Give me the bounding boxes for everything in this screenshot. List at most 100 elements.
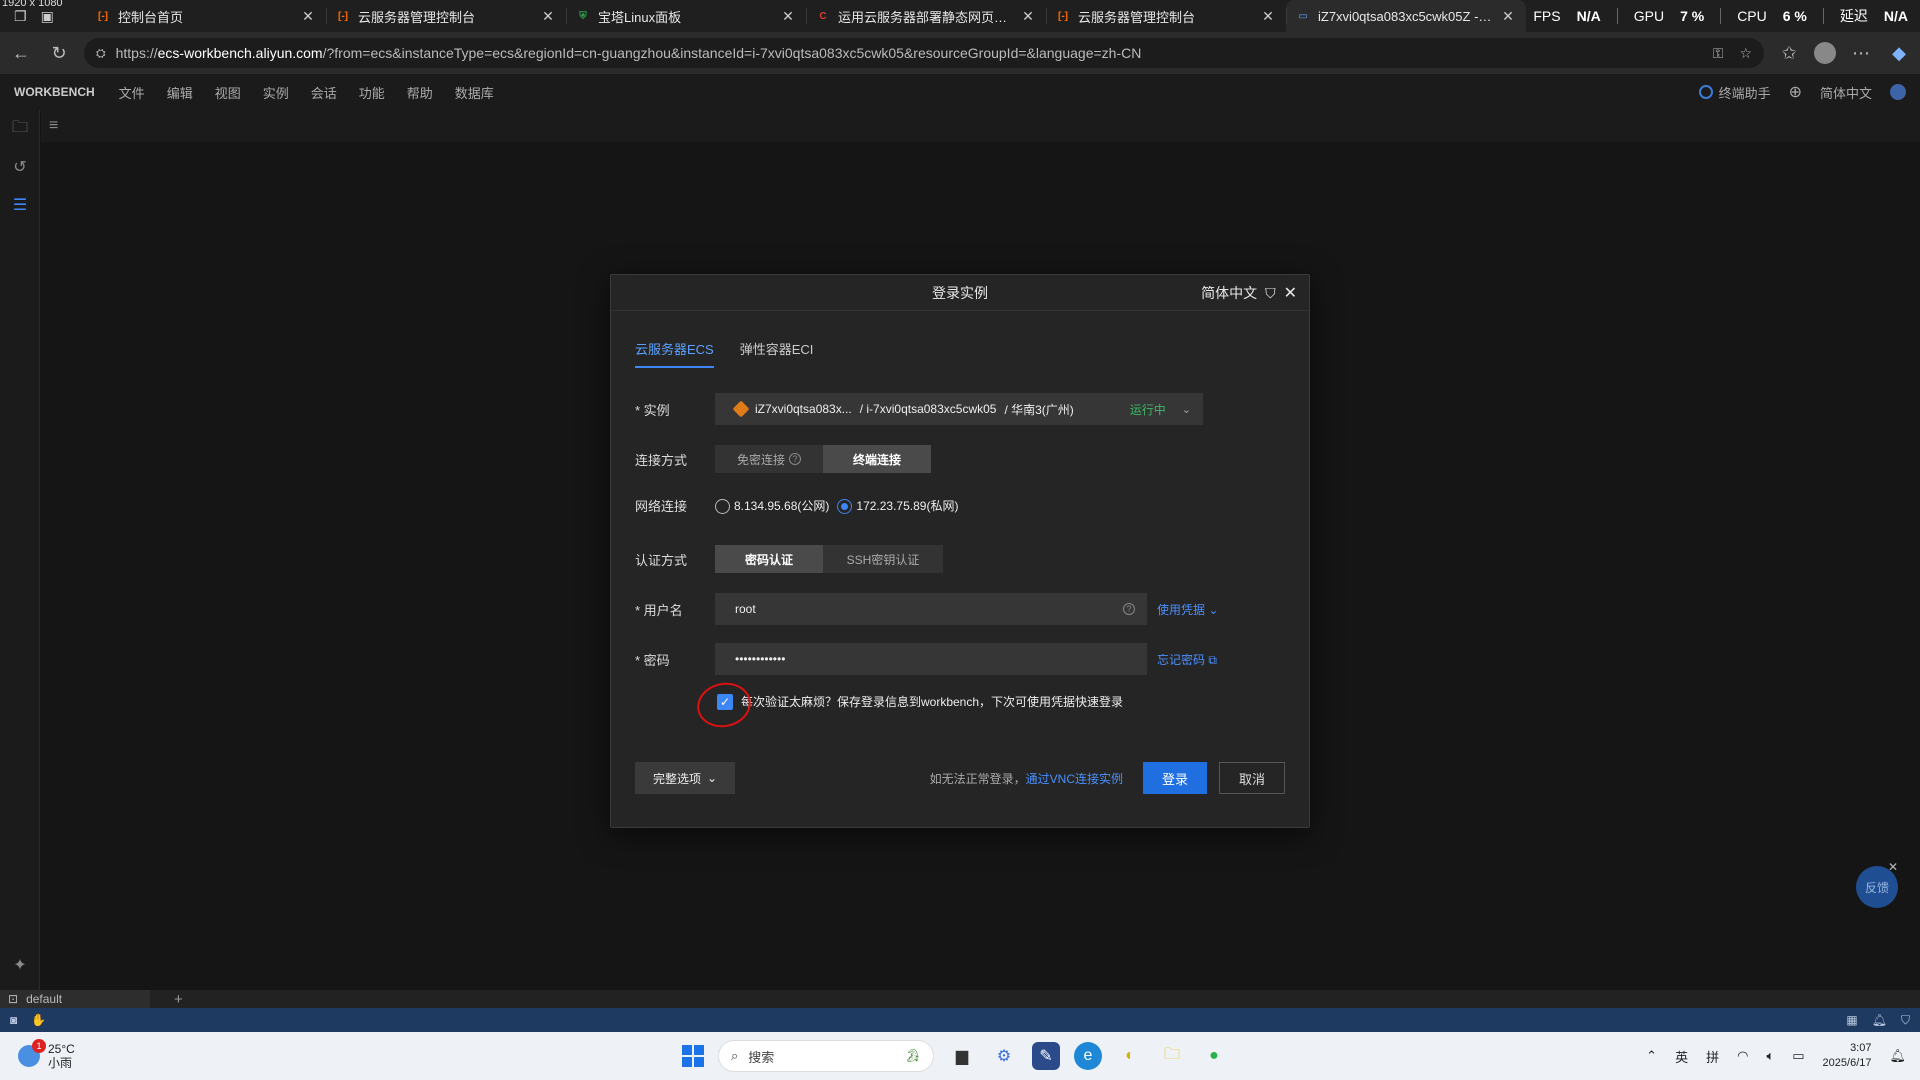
- notification-bell-icon[interactable]: 🔔︎: [1889, 1048, 1906, 1064]
- volume-icon[interactable]: 🔈︎: [1766, 1048, 1774, 1064]
- auth-method-label: 认证方式: [635, 552, 688, 568]
- back-icon[interactable]: ←: [8, 40, 34, 66]
- site-info-icon[interactable]: ⛭: [96, 46, 106, 61]
- edge-browser-icon[interactable]: e: [1074, 1042, 1102, 1070]
- status-hand-icon[interactable]: ✋: [31, 1013, 46, 1027]
- tab-eci[interactable]: 弹性容器ECI: [740, 339, 814, 368]
- address-bar-row: ← ↻ ⛭ https://ecs-workbench.aliyun.com/?…: [0, 32, 1920, 74]
- menu-item[interactable]: 视图: [215, 83, 241, 102]
- language-switch[interactable]: 简体中文: [1820, 83, 1872, 102]
- perf-divider: [1822, 8, 1824, 24]
- refresh-icon[interactable]: ↻: [46, 40, 72, 66]
- layout-icon[interactable]: ▦: [1846, 1013, 1857, 1028]
- user-avatar[interactable]: [1890, 84, 1906, 100]
- dialog-language[interactable]: 简体中文: [1201, 283, 1257, 303]
- instance-cube-icon: [732, 400, 750, 418]
- pin-icon[interactable]: ✦: [0, 946, 40, 984]
- login-button[interactable]: 登录: [1143, 762, 1207, 794]
- public-network-radio[interactable]: 8.134.95.68(公网): [715, 497, 829, 515]
- menu-item[interactable]: 功能: [359, 83, 385, 102]
- weather-text: 25°C 小雨: [48, 1042, 75, 1070]
- star-icon[interactable]: ☆: [1739, 45, 1752, 62]
- use-credentials-link[interactable]: 使用凭据 ⌄: [1157, 601, 1218, 618]
- file-explorer-icon[interactable]: 🗀: [1158, 1042, 1186, 1070]
- status-bot-icon[interactable]: ◙: [10, 1013, 17, 1027]
- ime-language[interactable]: 英: [1675, 1047, 1688, 1066]
- menu-item[interactable]: 编辑: [167, 83, 193, 102]
- vnc-connect-link[interactable]: 通过VNC连接实例: [1026, 772, 1123, 786]
- weather-widget[interactable]: 1 25°C 小雨: [0, 1039, 75, 1070]
- terminal-connect-option[interactable]: 终端连接: [823, 445, 931, 473]
- chevron-up-icon[interactable]: ⌃: [1646, 1048, 1657, 1064]
- copilot-icon[interactable]: ◆: [1886, 40, 1912, 66]
- help-icon[interactable]: ?: [789, 453, 801, 465]
- dialog-header: 登录实例 简体中文 ⛉ ✕: [611, 275, 1309, 311]
- browser-tab[interactable]: [-] 云服务器管理控制台 ✕: [1046, 0, 1286, 32]
- close-icon[interactable]: ✕: [1284, 283, 1297, 303]
- workbench-brand: WORKBENCH: [14, 85, 95, 99]
- settings-icon[interactable]: ⚙: [990, 1042, 1018, 1070]
- menu-item[interactable]: 帮助: [407, 83, 433, 102]
- more-icon[interactable]: ⋯: [1848, 40, 1874, 66]
- bell-icon[interactable]: 🔔︎: [1872, 1013, 1887, 1028]
- wifi-icon[interactable]: ◠: [1737, 1048, 1748, 1064]
- close-tab-icon[interactable]: ✕: [300, 8, 316, 25]
- menu-item[interactable]: 文件: [119, 83, 145, 102]
- start-menu-icon[interactable]: [682, 1045, 704, 1067]
- username-input[interactable]: root ?: [715, 593, 1147, 625]
- ssh-key-auth-option[interactable]: SSH密钥认证: [823, 545, 943, 573]
- clock[interactable]: 3:07 2025/6/17: [1823, 1041, 1872, 1071]
- browser-tab[interactable]: [-] 控制台首页 ✕: [86, 0, 326, 32]
- battery-icon[interactable]: ▭: [1792, 1048, 1804, 1064]
- ime-mode[interactable]: 拼: [1706, 1047, 1719, 1066]
- workbench-statusbar: ◙ ✋ ▦ 🔔︎ ⛉: [0, 1008, 1920, 1032]
- close-tab-icon[interactable]: ✕: [1260, 8, 1276, 25]
- add-terminal-tab-button[interactable]: +: [174, 991, 183, 1008]
- close-tab-icon[interactable]: ✕: [1500, 8, 1516, 25]
- terminal-assistant-button[interactable]: 终端助手: [1698, 83, 1771, 102]
- browser-tab[interactable]: ▭ iZ7xvi0qtsa083xc5cwk05Z - 172.2 ✕: [1286, 0, 1526, 32]
- shirt-icon[interactable]: ⛉: [1265, 285, 1276, 302]
- server-list-icon[interactable]: ☰: [0, 186, 40, 224]
- close-tab-icon[interactable]: ✕: [1020, 8, 1036, 25]
- private-network-radio[interactable]: 172.23.75.89(私网): [837, 497, 958, 515]
- help-icon[interactable]: ?: [1123, 603, 1135, 615]
- url-input[interactable]: ⛭ https://ecs-workbench.aliyun.com/?from…: [84, 38, 1764, 68]
- task-view-icon[interactable]: ▆: [948, 1042, 976, 1070]
- windows-taskbar: 1 25°C 小雨 ⌕ 搜索 🐊︎ ▆ ⚙ ✎ e ◐ 🗀 ● ⌃ 英 拼 ◠ 🔈…: [0, 1032, 1920, 1080]
- profile-avatar[interactable]: [1814, 42, 1836, 64]
- favorites-icon[interactable]: ✩: [1776, 40, 1802, 66]
- taskbar-search[interactable]: ⌕ 搜索 🐊︎: [718, 1040, 934, 1072]
- tab-actions-icon[interactable]: ▣: [41, 8, 54, 25]
- forgot-password-link[interactable]: 忘记密码 ⧉: [1157, 651, 1217, 668]
- folder-icon[interactable]: 🗀: [0, 110, 40, 148]
- list-toggle-icon[interactable]: ≡: [49, 117, 58, 135]
- menu-item[interactable]: 实例: [263, 83, 289, 102]
- feedback-close-icon[interactable]: ✕: [1888, 860, 1898, 874]
- browser-tab[interactable]: ⛨ 宝塔Linux面板 ✕: [566, 0, 806, 32]
- wechat-icon[interactable]: ●: [1200, 1042, 1228, 1070]
- close-tab-icon[interactable]: ✕: [540, 8, 556, 25]
- pencil-app-icon[interactable]: ✎: [1032, 1042, 1060, 1070]
- cancel-button[interactable]: 取消: [1219, 762, 1285, 794]
- full-options-button[interactable]: 完整选项 ⌄: [635, 762, 736, 794]
- add-circle-icon[interactable]: ⊕: [1789, 82, 1802, 102]
- password-auth-option[interactable]: 密码认证: [715, 545, 823, 573]
- tab-ecs[interactable]: 云服务器ECS: [635, 339, 714, 368]
- theme-icon[interactable]: ⛉: [1901, 1013, 1910, 1028]
- radio-on: [837, 499, 853, 515]
- content-toolbar: ≡: [41, 110, 1920, 142]
- wps-app-icon[interactable]: ◐: [1116, 1042, 1144, 1070]
- browser-tab[interactable]: [-] 云服务器管理控制台 ✕: [326, 0, 566, 32]
- browser-tab[interactable]: C 运用云服务器部署静态网页并通过 ✕: [806, 0, 1046, 32]
- instance-select[interactable]: iZ7xvi0qtsa083x... / i-7xvi0qtsa083xc5cw…: [715, 393, 1203, 425]
- password-input[interactable]: ••••••••••••: [715, 643, 1147, 675]
- close-tab-icon[interactable]: ✕: [780, 8, 796, 25]
- key-icon[interactable]: ⚿: [1713, 45, 1724, 62]
- passwordless-option[interactable]: 免密连接 ?: [715, 445, 823, 473]
- menu-item[interactable]: 会话: [311, 83, 337, 102]
- terminal-tab-default[interactable]: ⊡ default: [0, 990, 150, 1008]
- history-icon[interactable]: ↺: [0, 148, 40, 186]
- workspaces-icon[interactable]: ❐: [14, 8, 27, 25]
- menu-item[interactable]: 数据库: [455, 83, 494, 102]
